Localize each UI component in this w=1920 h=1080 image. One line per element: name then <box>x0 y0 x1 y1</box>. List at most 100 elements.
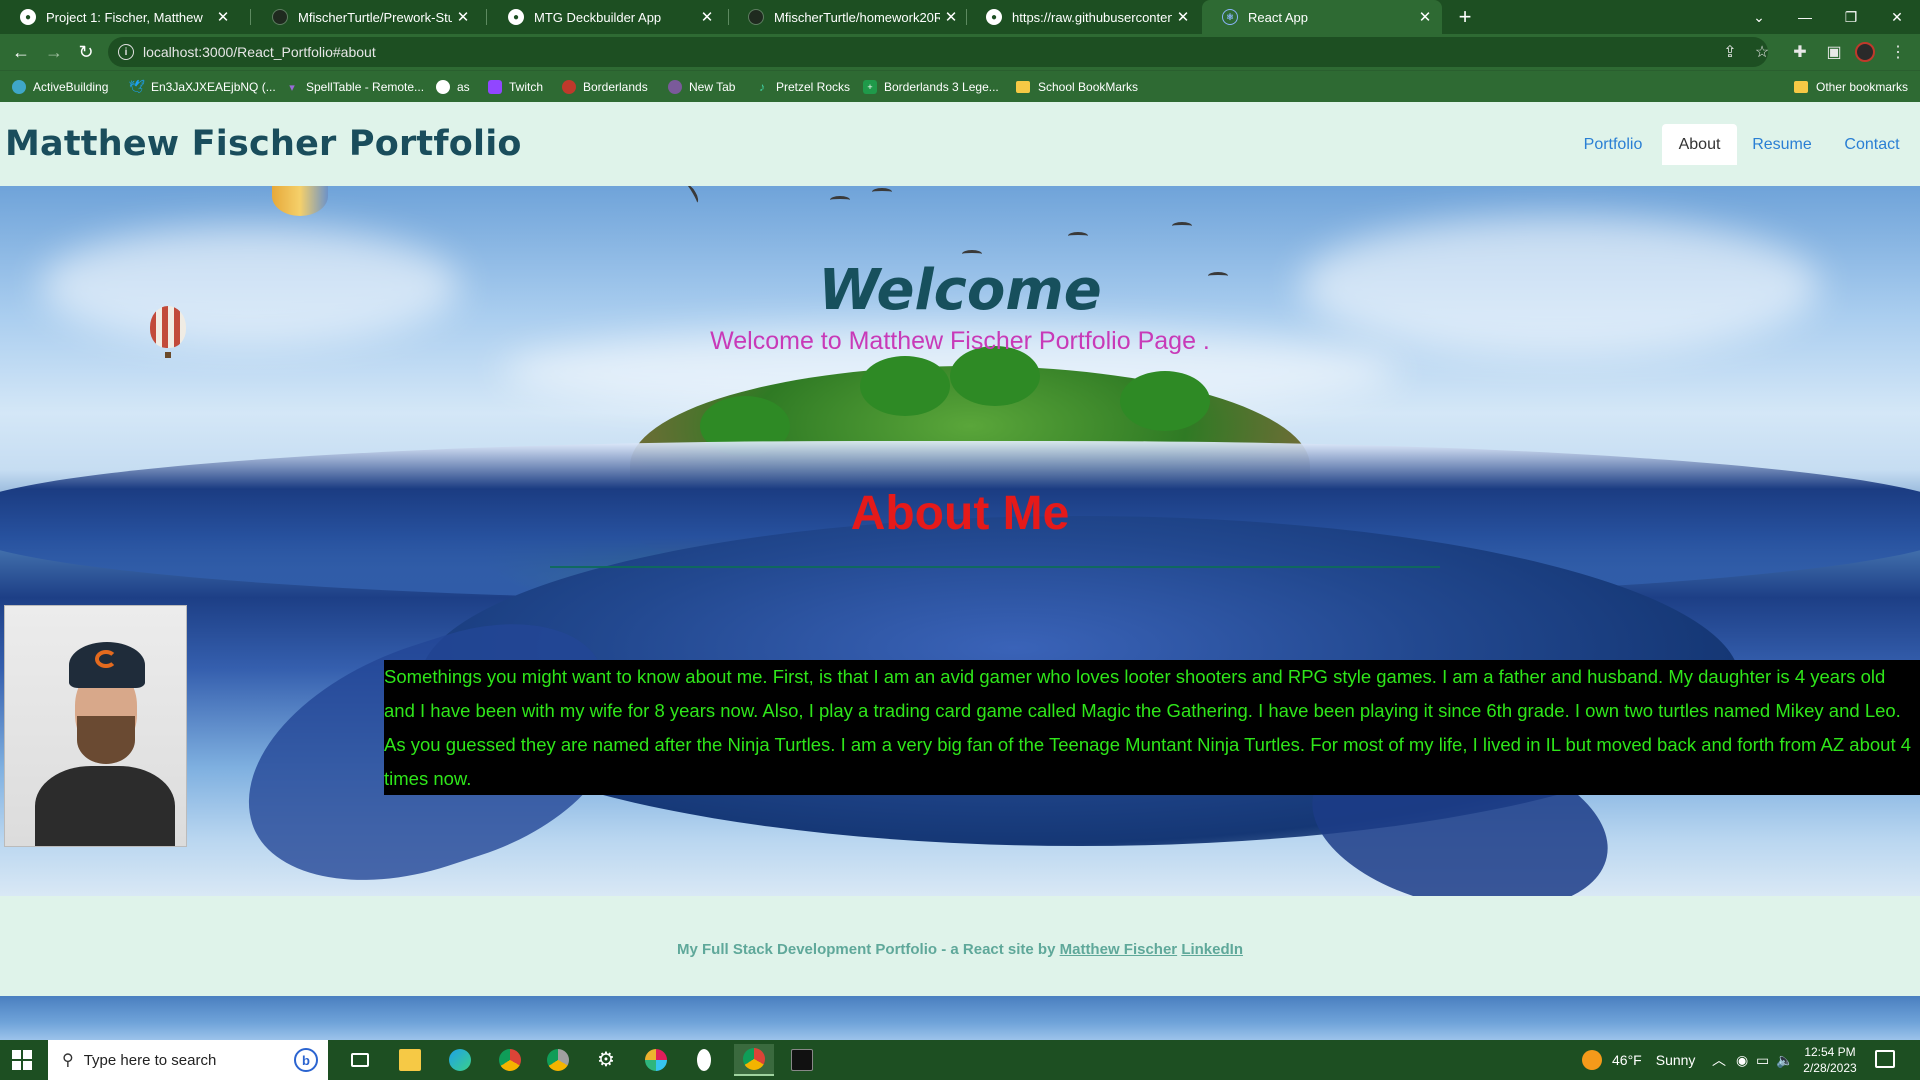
site-info-icon[interactable]: i <box>118 44 134 60</box>
tab-project-1[interactable]: ● Project 1: Fischer, Matthew ✕ <box>0 0 240 34</box>
browser-tab-bar: ● Project 1: Fischer, Matthew ✕ Mfischer… <box>0 0 1920 34</box>
side-panel-icon[interactable]: ▣ <box>1820 38 1848 66</box>
network-icon[interactable]: ▭ <box>1756 1040 1769 1080</box>
forward-arrow-icon[interactable]: → <box>40 38 68 66</box>
share-icon[interactable]: ⇪ <box>1716 38 1744 66</box>
tab-prework[interactable]: MfischerTurtle/Prework-Study-gu ✕ <box>252 0 480 34</box>
page-background-continuation <box>0 996 1920 1040</box>
bookmark-label: as <box>457 80 470 94</box>
terminal-icon[interactable] <box>782 1044 822 1076</box>
borderlands-icon <box>562 80 576 94</box>
profile-avatar[interactable] <box>1855 42 1875 62</box>
close-icon[interactable]: ✕ <box>940 8 962 26</box>
tab-homework20[interactable]: MfischerTurtle/homework20React ✕ <box>728 0 968 34</box>
slack-icon[interactable] <box>636 1044 676 1076</box>
search-icon: ⚲ <box>62 1052 74 1069</box>
bookmark-twitch[interactable]: Twitch <box>488 71 543 103</box>
tab-raw-githubusercontent[interactable]: ● https://raw.githubusercontent.co ✕ <box>966 0 1200 34</box>
address-bar[interactable]: i localhost:3000/React_Portfolio#about <box>108 37 1768 67</box>
hot-air-balloon-yellow <box>272 186 328 216</box>
bookmark-label: En3JaXJXEAEjbNQ (... <box>151 80 276 94</box>
chrome-icon[interactable] <box>490 1044 530 1076</box>
nav-resume[interactable]: Resume <box>1745 124 1819 165</box>
nav-about[interactable]: About <box>1662 124 1737 165</box>
tab-search-chevron-icon[interactable]: ⌄ <box>1736 0 1782 34</box>
bookmark-school-folder[interactable]: School BookMarks <box>1016 71 1138 103</box>
extensions-puzzle-icon[interactable]: ✚ <box>1786 38 1814 66</box>
tab-mtg-deckbuilder[interactable]: ● MTG Deckbuilder App ✕ <box>488 0 724 34</box>
notification-icon[interactable] <box>1875 1050 1895 1068</box>
react-icon: ⚛ <box>1222 9 1238 25</box>
bookmark-borderlands[interactable]: Borderlands <box>562 71 648 103</box>
site-header: Matthew Fischer Portfolio Portfolio Abou… <box>0 102 1920 186</box>
back-arrow-icon[interactable]: ← <box>7 38 35 66</box>
tab-title: React App <box>1248 9 1308 25</box>
bookmark-twitter-image[interactable]: 🕊 En3JaXJXEAEjbNQ (... <box>129 71 276 103</box>
other-bookmarks-folder[interactable]: Other bookmarks <box>1794 71 1908 103</box>
close-icon[interactable]: ✕ <box>452 8 474 26</box>
tab-react-app[interactable]: ⚛ React App ✕ <box>1202 0 1442 34</box>
bookmark-label: New Tab <box>689 80 736 94</box>
file-explorer-icon[interactable] <box>390 1044 430 1076</box>
chrome-active-icon[interactable] <box>734 1044 774 1076</box>
globe-icon: ● <box>508 9 524 25</box>
bird <box>1068 232 1088 240</box>
close-icon[interactable]: ✕ <box>1172 8 1194 26</box>
bing-icon[interactable]: b <box>294 1048 318 1072</box>
tab-separator <box>486 9 487 25</box>
edge-icon[interactable] <box>440 1044 480 1076</box>
bookmark-pretzel-rocks[interactable]: ♪ Pretzel Rocks <box>755 71 850 103</box>
welcome-heading: Welcome <box>818 258 1102 323</box>
minimize-icon[interactable]: — <box>1782 0 1828 34</box>
nav-contact[interactable]: Contact <box>1834 124 1910 165</box>
windows-start-icon[interactable] <box>12 1050 32 1070</box>
task-view-icon[interactable] <box>340 1044 380 1076</box>
folder-icon <box>1794 81 1808 93</box>
bird <box>830 196 850 204</box>
chrome-dev-icon[interactable] <box>538 1044 578 1076</box>
new-tab-plus-icon[interactable]: + <box>1452 0 1478 34</box>
bird <box>683 186 701 205</box>
folder-icon <box>1016 81 1030 93</box>
bookmark-label: ActiveBuilding <box>33 80 109 94</box>
weather-temperature: 46°F <box>1612 1052 1642 1068</box>
spelltable-icon: ▾ <box>289 81 295 94</box>
close-icon[interactable]: ✕ <box>696 8 718 26</box>
tray-chevron-up-icon[interactable]: ︿ <box>1712 1040 1726 1080</box>
url-text: localhost:3000/React_Portfolio#about <box>143 44 376 60</box>
bears-logo-icon <box>95 650 117 668</box>
restore-icon[interactable]: ❐ <box>1828 0 1874 34</box>
camera-icon[interactable]: ◉ <box>1736 1040 1748 1080</box>
mongodb-compass-icon[interactable] <box>684 1044 724 1076</box>
reload-icon[interactable]: ↻ <box>72 38 100 66</box>
about-me-heading: About Me <box>850 487 1070 540</box>
sheets-icon: + <box>863 80 877 94</box>
bird <box>962 250 982 258</box>
tab-separator <box>250 9 251 25</box>
bookmark-new-tab[interactable]: New Tab <box>668 71 735 103</box>
weather-widget[interactable]: 46°F Sunny <box>1582 1040 1695 1080</box>
close-icon[interactable]: ✕ <box>1414 8 1436 26</box>
taskbar-clock[interactable]: 12:54 PM 2/28/2023 <box>1790 1044 1870 1076</box>
nav-portfolio[interactable]: Portfolio <box>1570 124 1656 165</box>
bookmark-as[interactable]: as <box>436 71 470 103</box>
bookmark-star-icon[interactable]: ☆ <box>1748 38 1776 66</box>
menu-kebab-icon[interactable]: ⋮ <box>1884 38 1912 66</box>
bookmark-label: Borderlands 3 Lege... <box>884 80 999 94</box>
bookmark-spelltable[interactable]: ▾ SpellTable - Remote... <box>285 71 424 103</box>
weather-description: Sunny <box>1655 1052 1696 1068</box>
settings-gear-icon[interactable]: ⚙ <box>586 1044 626 1076</box>
bookmark-borderlands-3[interactable]: + Borderlands 3 Lege... <box>863 71 999 103</box>
bookmark-activebuilding[interactable]: ActiveBuilding <box>12 71 108 103</box>
about-me-text: Somethings you might want to know about … <box>384 660 1920 795</box>
taskbar-search-box[interactable]: ⚲ Type here to search b <box>48 1040 328 1080</box>
close-icon[interactable]: ✕ <box>212 8 234 26</box>
window-close-icon[interactable]: ✕ <box>1874 0 1920 34</box>
footer-linkedin-link[interactable]: LinkedIn <box>1181 941 1243 958</box>
bookmark-label: Borderlands <box>583 80 648 94</box>
search-placeholder: Type here to search <box>83 1051 217 1069</box>
profile-photo <box>4 605 187 847</box>
tab-title: Project 1: Fischer, Matthew <box>46 9 203 25</box>
site-footer: My Full Stack Development Portfolio - a … <box>0 896 1920 996</box>
footer-name-link[interactable]: Matthew Fischer <box>1060 941 1178 958</box>
